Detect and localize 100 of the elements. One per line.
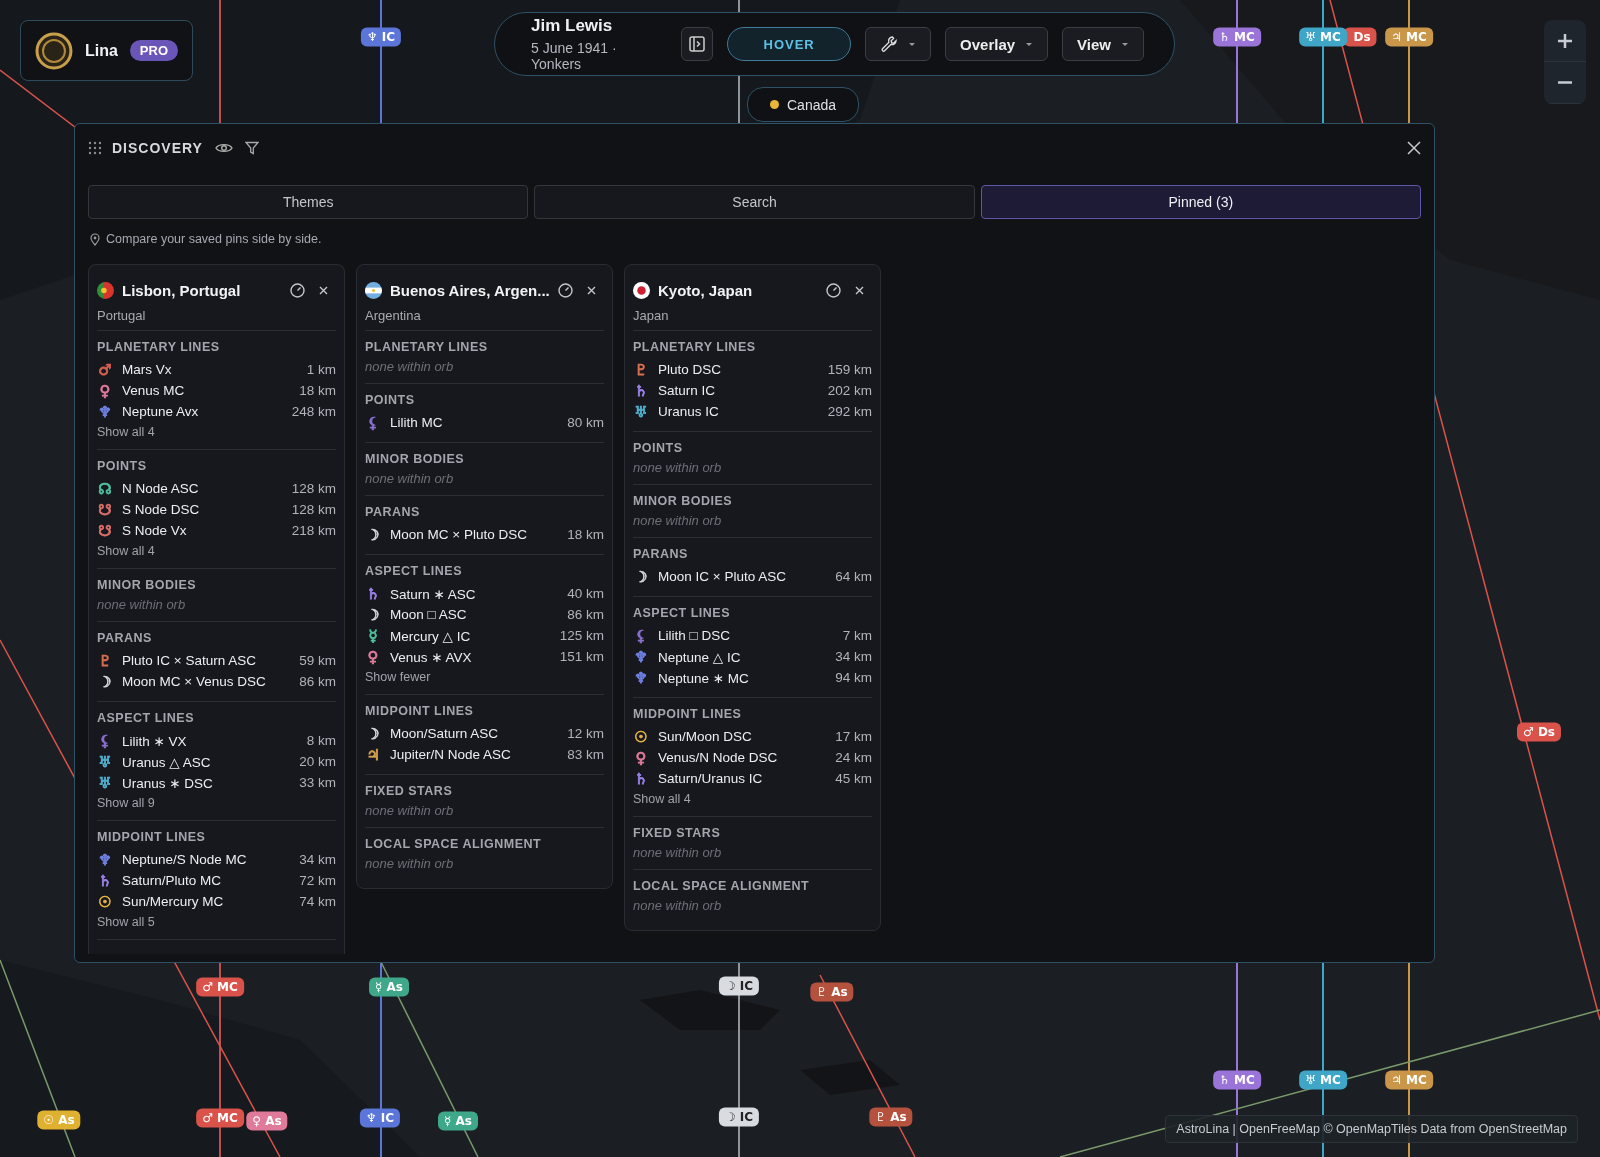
distance: 59 km [299, 653, 336, 668]
open-chart-button[interactable] [826, 282, 841, 298]
show-more-link[interactable]: Show all 4 [97, 425, 155, 439]
planet-icon: ♅ [97, 774, 113, 791]
section-title: POINTS [97, 459, 148, 473]
remove-button[interactable] [319, 285, 328, 295]
line-label: ♂ MC [196, 1108, 244, 1128]
minus-icon [1557, 81, 1573, 84]
tab[interactable]: Search [534, 185, 975, 219]
line-label: ☿ As [369, 977, 409, 997]
line-name: Venus/N Node DSC [658, 750, 778, 765]
line-name: Moon IC × Pluto ASC [658, 569, 786, 584]
dropdown-button[interactable]: View [1062, 27, 1144, 61]
distance: 18 km [567, 527, 604, 542]
open-chart-button[interactable] [558, 282, 573, 298]
distance: 159 km [827, 362, 872, 377]
section-title: MINOR BODIES [97, 578, 198, 592]
line-name: Moon □ ASC [390, 607, 467, 622]
plus-icon [1557, 32, 1573, 49]
line-label: ☽ IC [718, 976, 760, 996]
location-chip[interactable]: Canada [747, 87, 860, 122]
line-label: ☽ IC [718, 1107, 760, 1127]
close-icon [319, 285, 328, 295]
line-name: Pluto DSC [658, 362, 722, 377]
flag-icon [97, 281, 114, 299]
distance: 128 km [291, 481, 336, 496]
line-name: Mercury △ IC [390, 627, 471, 644]
line-name: S Node Vx [122, 523, 187, 538]
open-chart-button[interactable] [290, 282, 305, 298]
line-name: Moon/Saturn ASC [390, 726, 499, 741]
planet-icon: ⚸ [633, 627, 649, 644]
mode-button[interactable]: HOVER [727, 27, 852, 61]
line-name: Uranus △ ASC [122, 753, 211, 770]
distance: 1 km [306, 362, 336, 377]
close-button[interactable] [1407, 140, 1421, 155]
tools-dropdown[interactable] [865, 27, 932, 61]
planet-icon: ♄ [97, 872, 113, 889]
distance: 34 km [299, 852, 336, 867]
line-label: ♀ As [246, 1111, 288, 1131]
line-name: Lilith □ DSC [658, 628, 730, 643]
line-label: ♃ MC [1385, 1070, 1433, 1090]
line-label: ☉ As [37, 1110, 81, 1130]
planet-icon: ♅ [633, 403, 649, 420]
show-more-link[interactable]: Show all 4 [633, 792, 691, 806]
sidebar-toggle-button[interactable] [680, 27, 714, 61]
empty-message: none within orb [633, 898, 723, 913]
section-title: PARANS [97, 631, 153, 645]
line-name: Neptune Avx [122, 404, 199, 419]
remove-button[interactable] [855, 285, 864, 295]
section-title: LOCAL SPACE ALIGNMENT [633, 879, 811, 893]
line-name: Neptune/S Node MC [122, 852, 247, 867]
section-title: MIDPOINT LINES [633, 707, 743, 721]
section-title: FIXED STARS [633, 826, 722, 840]
empty-message: none within orb [633, 845, 723, 860]
ring-logo-icon [35, 31, 73, 70]
filter-icon[interactable] [244, 140, 259, 155]
show-more-link[interactable]: Show all 9 [97, 796, 155, 810]
planet-icon: ⚸ [365, 414, 381, 431]
distance: 20 km [299, 754, 336, 769]
tab[interactable]: Pinned (3) [980, 185, 1421, 219]
planet-icon: ☊ [97, 480, 113, 497]
close-icon [855, 285, 864, 295]
remove-button[interactable] [587, 285, 596, 295]
section-title: ASPECT LINES [97, 711, 195, 725]
line-name: Lilith MC [390, 415, 443, 430]
grip-icon [88, 140, 102, 155]
empty-message: none within orb [97, 597, 187, 612]
line-name: Uranus IC [658, 404, 719, 419]
planet-icon: ☽ [365, 526, 381, 543]
sidebar-icon [689, 36, 706, 52]
pin-icon [90, 232, 100, 246]
line-label: ♂ Ds [1517, 722, 1561, 742]
line-name: Saturn IC [658, 383, 716, 398]
line-name: Sun/Moon DSC [658, 729, 752, 744]
planet-icon: ♆ [97, 403, 113, 420]
user-name: Lina [84, 41, 118, 60]
line-name: Venus MC [122, 383, 185, 398]
planet-icon: ♄ [633, 770, 649, 787]
planet-icon: ☉ [97, 893, 113, 910]
show-more-link[interactable]: Show all 4 [97, 544, 155, 558]
tab[interactable]: Themes [88, 185, 529, 219]
distance: 94 km [835, 670, 872, 685]
show-more-link[interactable]: Show all 5 [97, 915, 155, 929]
section-title: ASPECT LINES [633, 606, 731, 620]
chart-birth-info: 5 June 1941 · Yonkers [531, 40, 618, 72]
show-more-link[interactable]: Show fewer [365, 670, 431, 684]
planet-icon: ♀ [633, 749, 649, 766]
dropdown-button[interactable]: Overlay [945, 27, 1049, 61]
planet-icon: ☽ [97, 673, 113, 690]
section-title: ASPECT LINES [365, 564, 463, 578]
empty-message: none within orb [365, 359, 455, 374]
location-label: Canada [787, 96, 837, 113]
planet-icon: ☿ [365, 627, 381, 644]
location-title: Kyoto, Japan [658, 281, 753, 299]
distance: 74 km [299, 894, 336, 909]
line-name: Mars Vx [122, 362, 172, 377]
section-title: PLANETARY LINES [633, 340, 757, 354]
empty-message: none within orb [633, 513, 723, 528]
distance: 83 km [567, 747, 604, 762]
line-name: Sun/Mercury MC [122, 894, 224, 909]
